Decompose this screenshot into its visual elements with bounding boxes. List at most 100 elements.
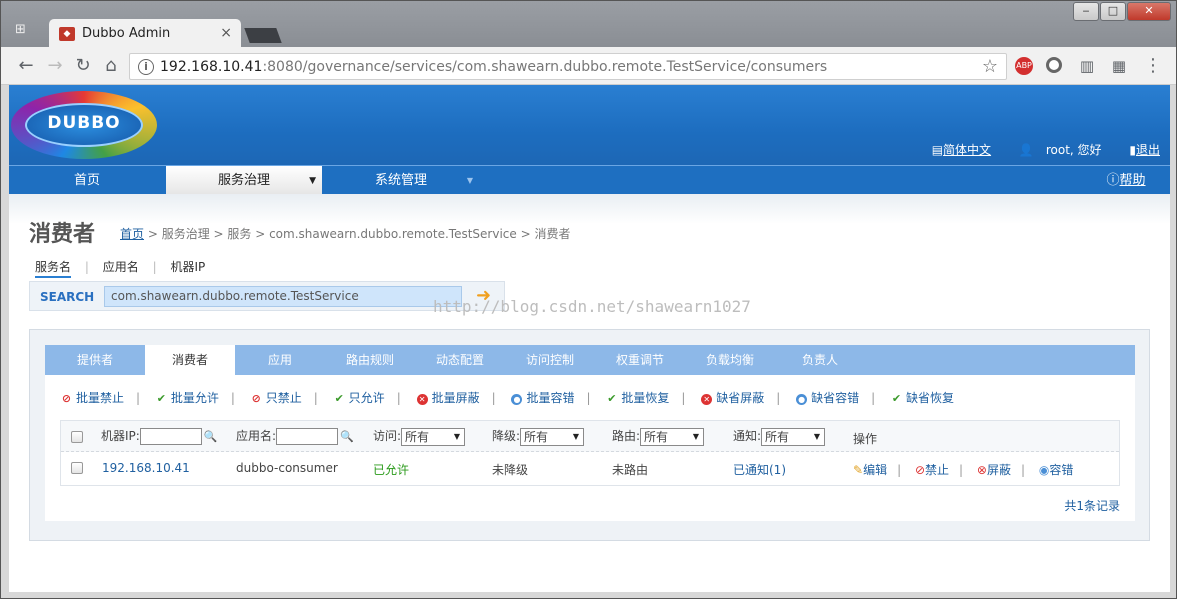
- panel-body: ⊘ 批量禁止 | ✔ 批量允许 | ⊘ 只禁止 | ✔ 只允许 | ✕ 批量屏蔽 | ● 批量容错 | …: [45, 375, 1135, 521]
- reload-icon[interactable]: ↻: [72, 55, 94, 77]
- select-all-checkbox[interactable]: [71, 431, 83, 443]
- url-text[interactable]: 192.168.10.41:8080/governance/services/c…: [160, 59, 827, 75]
- document-icon: ▤: [931, 143, 944, 157]
- table-header: 机器IP:🔍 应用名:🔍 访问:所有 降级:所有: [61, 421, 1119, 452]
- search-input[interactable]: com.shawearn.dubbo.remote.TestService: [104, 286, 462, 307]
- watermark: http://blog.csdn.net/shawearn1027: [433, 297, 751, 316]
- forbid-button[interactable]: ⊘禁止: [915, 463, 949, 477]
- forward-arrow-icon[interactable]: →: [44, 55, 66, 77]
- tab-load-balance[interactable]: 负载均衡: [685, 345, 775, 375]
- table-row: 192.168.10.41 dubbo-consumer 已允许 未降级 未路由…: [61, 452, 1119, 485]
- back-arrow-icon[interactable]: ←: [15, 55, 37, 77]
- dubbo-logo[interactable]: DUBBO: [11, 91, 157, 161]
- site-header: DUBBO ▤简体中文 👤 root, 您好 ▮退出: [9, 85, 1170, 165]
- batch-tolerate-button[interactable]: ● 批量容错: [511, 389, 574, 406]
- search-tab-service[interactable]: 服务名: [35, 260, 72, 278]
- browser-window: ⊞ ◆ Dubbo Admin × ‒ □ ✕ ← → ↻ ⌂ i 192.16…: [0, 0, 1177, 599]
- consumer-app: dubbo-consumer: [236, 461, 338, 475]
- qr-code-icon[interactable]: ▦: [1108, 55, 1130, 77]
- notify-filter: 通知: 所有: [733, 427, 826, 446]
- help-link[interactable]: ⓘ帮助: [1096, 166, 1156, 194]
- batch-recover-button[interactable]: ✔ 批量恢复: [606, 389, 669, 406]
- batch-shield-button[interactable]: ✕ 批量屏蔽: [416, 389, 480, 406]
- home-icon[interactable]: ⌂: [100, 55, 122, 77]
- shield-button[interactable]: ⊗屏蔽: [977, 463, 1011, 477]
- consumers-panel: 提供者 消费者 应用 路由规则 动态配置 访问控制 权重调节 负载均衡 负责人 …: [29, 329, 1150, 541]
- window-menu-icon[interactable]: ⊞: [15, 23, 33, 37]
- only-forbid-button[interactable]: ⊘ 只禁止: [251, 389, 302, 406]
- search-icon[interactable]: 🔍: [340, 430, 354, 443]
- search-type-tabs: 服务名 | 应用名 | 机器IP: [35, 258, 215, 278]
- menu-home[interactable]: 首页: [9, 166, 165, 194]
- tab-dynamic-config[interactable]: 动态配置: [415, 345, 505, 375]
- tab-providers[interactable]: 提供者: [45, 345, 145, 375]
- search-tab-app[interactable]: 应用名: [103, 260, 139, 274]
- logout-link[interactable]: ▮退出: [1117, 143, 1160, 157]
- tab-routes[interactable]: 路由规则: [325, 345, 415, 375]
- edit-button[interactable]: ✎编辑: [853, 463, 887, 477]
- route-select[interactable]: 所有: [640, 427, 705, 446]
- tab-owners[interactable]: 负责人: [775, 345, 865, 375]
- default-shield-button[interactable]: ✕ 缺省屏蔽: [701, 389, 764, 406]
- site-info-icon[interactable]: i: [138, 59, 154, 75]
- consumer-ip-link[interactable]: 192.168.10.41: [102, 461, 190, 475]
- degrade-status: 未降级: [492, 463, 529, 477]
- only-allow-button[interactable]: ✔ 只允许: [334, 389, 385, 406]
- close-window-button[interactable]: ✕: [1127, 2, 1171, 21]
- tab-consumers[interactable]: 消费者: [145, 345, 235, 375]
- tab-close-icon[interactable]: ×: [220, 25, 232, 41]
- route-filter: 路由: 所有: [612, 427, 705, 446]
- browser-menu-icon[interactable]: ⋮: [1142, 55, 1164, 77]
- tab-applications[interactable]: 应用: [235, 345, 325, 375]
- access-select[interactable]: 所有: [401, 427, 466, 446]
- tolerance-icon: ●: [796, 394, 808, 405]
- check-icon: ✔: [156, 392, 166, 405]
- degrade-filter: 降级: 所有: [492, 427, 585, 446]
- batch-actions: ⊘ 批量禁止 | ✔ 批量允许 | ⊘ 只禁止 | ✔ 只允许 | ✕ 批量屏蔽 | ● 批量容错 | …: [61, 389, 955, 406]
- batch-allow-button[interactable]: ✔ 批量允许: [156, 389, 219, 406]
- main-menu: 首页 服务治理 ▼ 系统管理 ▼ ⓘ帮助: [9, 165, 1170, 194]
- row-checkbox[interactable]: [71, 462, 83, 474]
- record-extension-icon[interactable]: [1046, 57, 1062, 73]
- check-icon: ✔: [607, 392, 617, 405]
- adblock-icon[interactable]: ABP: [1015, 57, 1033, 75]
- new-tab-button[interactable]: [244, 28, 282, 43]
- check-icon: ✔: [891, 392, 902, 405]
- row-actions: ✎编辑 | ⊘禁止 | ⊗屏蔽 | ◉容错: [853, 463, 1074, 477]
- app-filter-input[interactable]: [276, 428, 339, 445]
- dubbo-favicon-icon: ◆: [59, 27, 75, 41]
- access-status: 已允许: [373, 463, 410, 477]
- tolerate-button[interactable]: ◉容错: [1039, 463, 1074, 477]
- breadcrumb-home-link[interactable]: 首页: [120, 227, 144, 241]
- default-recover-button[interactable]: ✔ 缺省恢复: [891, 389, 954, 406]
- reader-extension-icon[interactable]: ▥: [1076, 55, 1098, 77]
- notify-select[interactable]: 所有: [761, 427, 826, 446]
- minimize-button[interactable]: ‒: [1073, 2, 1099, 21]
- menu-system-management[interactable]: 系统管理 ▼: [323, 166, 479, 194]
- degrade-select[interactable]: 所有: [520, 427, 585, 446]
- notify-status-link[interactable]: 已通知(1): [733, 461, 786, 478]
- search-tab-ip[interactable]: 机器IP: [170, 260, 205, 274]
- tab-access-control[interactable]: 访问控制: [505, 345, 595, 375]
- forbid-icon: ⊘: [914, 463, 926, 477]
- batch-forbid-button[interactable]: ⊘ 批量禁止: [61, 389, 124, 406]
- menu-service-governance[interactable]: 服务治理 ▼: [166, 166, 322, 194]
- access-filter: 访问: 所有: [373, 427, 466, 446]
- bookmark-star-icon[interactable]: ☆: [982, 56, 998, 77]
- ip-filter: 机器IP: 🔍: [101, 428, 218, 445]
- record-count: 共1条记录: [1064, 499, 1120, 513]
- tab-weights[interactable]: 权重调节: [595, 345, 685, 375]
- maximize-button[interactable]: □: [1100, 2, 1126, 21]
- language-link[interactable]: ▤简体中文: [920, 143, 991, 157]
- default-tolerate-button[interactable]: ● 缺省容错: [796, 389, 859, 406]
- tolerance-icon: ◉: [1038, 463, 1050, 477]
- search-icon[interactable]: 🔍: [204, 430, 218, 443]
- header-user-links: ▤简体中文 👤 root, 您好 ▮退出: [908, 141, 1160, 158]
- web-page: DUBBO ▤简体中文 👤 root, 您好 ▮退出 首页 服务治理 ▼ 系统管理…: [9, 85, 1170, 592]
- browser-tab[interactable]: ◆ Dubbo Admin ×: [49, 19, 241, 48]
- pencil-icon: ✎: [853, 463, 864, 477]
- check-icon: ✔: [334, 392, 344, 405]
- tolerance-icon: ●: [511, 394, 523, 405]
- address-bar[interactable]: i 192.168.10.41:8080/governance/services…: [129, 53, 1007, 80]
- ip-filter-input[interactable]: [139, 428, 202, 445]
